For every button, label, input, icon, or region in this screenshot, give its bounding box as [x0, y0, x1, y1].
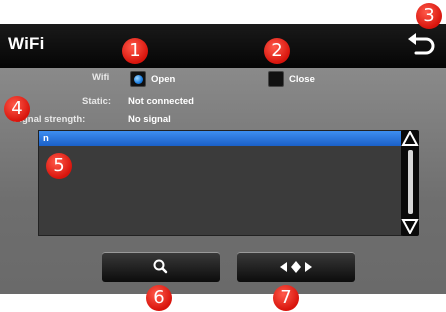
- radio-selected-dot: [134, 75, 143, 84]
- static-label: Static:: [82, 96, 112, 107]
- callout-badge-1: 1: [122, 38, 148, 64]
- wifi-open-radio[interactable]: [130, 71, 146, 87]
- back-arrow-icon: [408, 33, 435, 55]
- signal-strength-value: No signal: [128, 114, 171, 125]
- wifi-open-label: Open: [151, 74, 176, 85]
- callout-badge-6: 6: [146, 285, 172, 311]
- network-list[interactable]: n: [38, 130, 402, 236]
- callout-badge-3: 3: [416, 3, 442, 29]
- connect-arrows-icon: [280, 261, 312, 273]
- search-button[interactable]: [102, 252, 220, 282]
- callout-badge-2: 2: [264, 38, 290, 64]
- title-bar: WiFi: [0, 24, 446, 68]
- callout-badge-7: 7: [273, 285, 299, 311]
- connect-button[interactable]: [237, 252, 355, 282]
- wifi-label: Wifi: [92, 72, 110, 83]
- static-value: Not connected: [128, 96, 194, 107]
- scroll-down-icon[interactable]: [401, 218, 419, 234]
- callout-badge-4: 4: [4, 96, 30, 122]
- wifi-close-radio[interactable]: [268, 71, 284, 87]
- scroll-up-icon[interactable]: [401, 131, 419, 147]
- network-list-item[interactable]: n: [39, 131, 401, 146]
- callout-badge-5: 5: [46, 153, 72, 179]
- scrollbar[interactable]: [401, 130, 419, 236]
- scrollbar-thumb[interactable]: [408, 150, 413, 214]
- page-title: WiFi: [8, 34, 45, 53]
- search-icon: [153, 259, 168, 274]
- back-button[interactable]: [400, 30, 440, 62]
- wifi-close-label: Close: [289, 74, 315, 85]
